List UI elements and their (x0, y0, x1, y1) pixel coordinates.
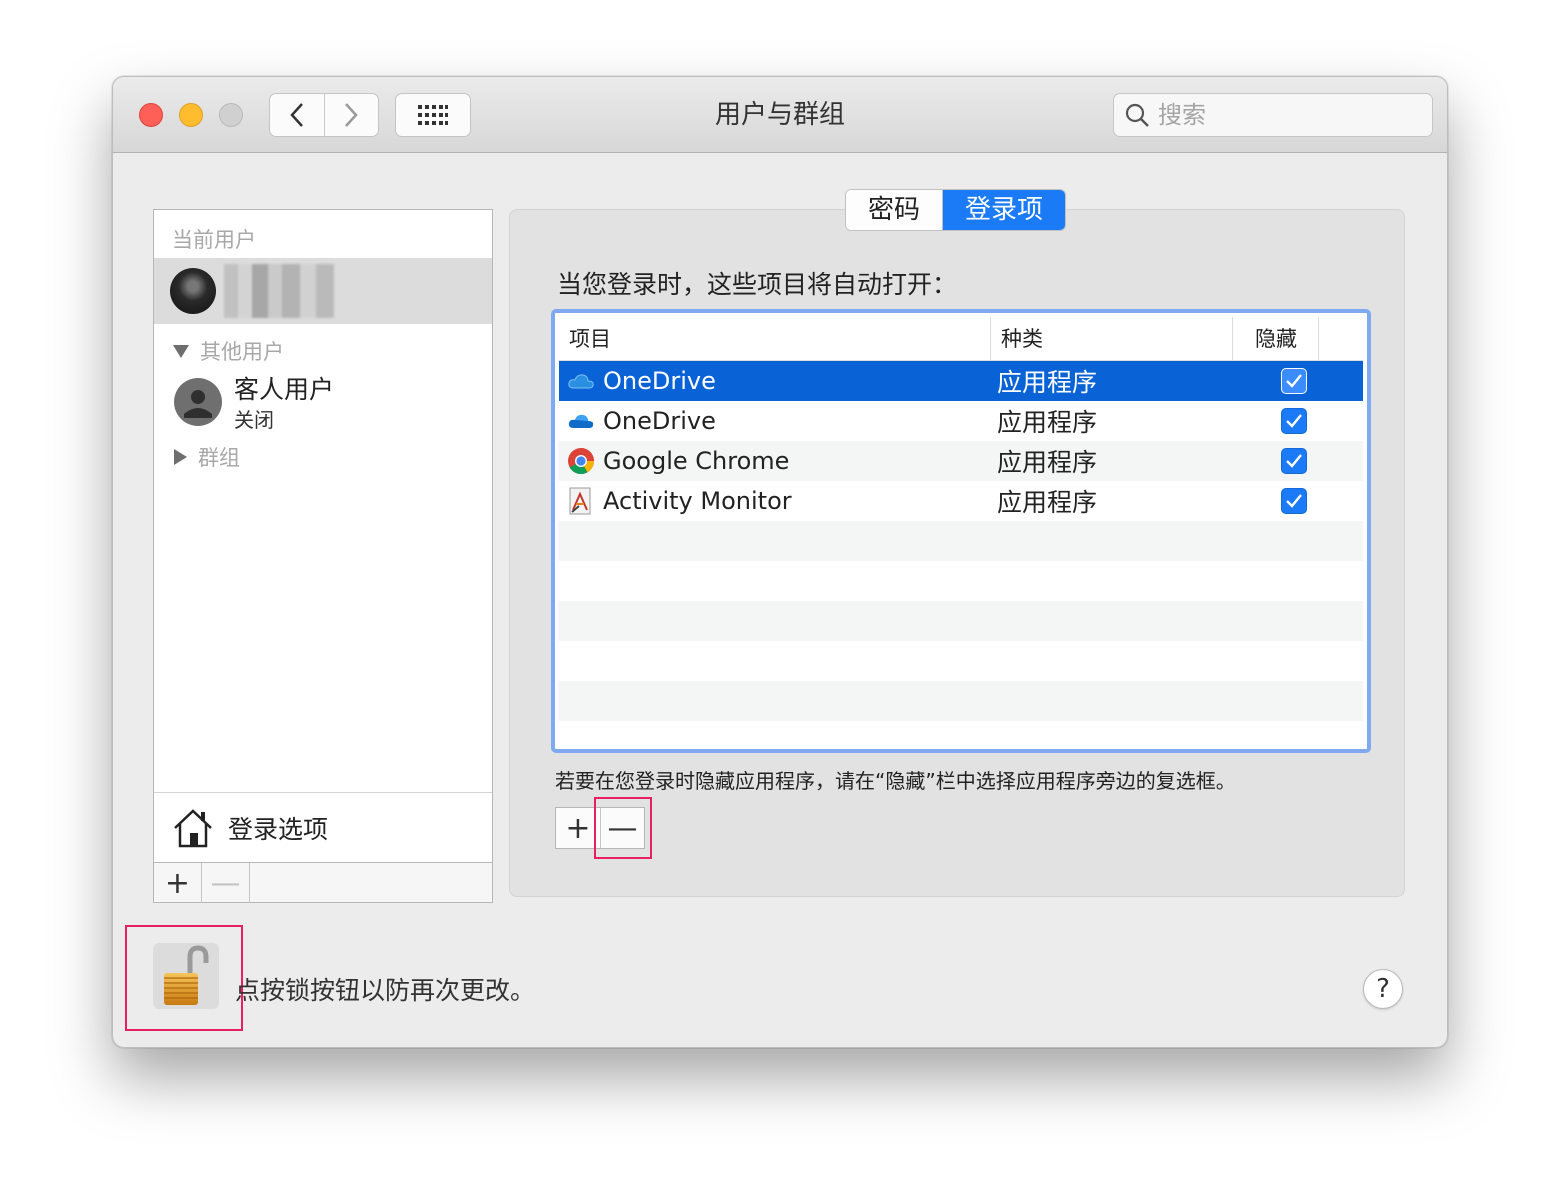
minimize-button[interactable] (179, 103, 203, 127)
tab-password[interactable]: 密码 (846, 190, 944, 230)
table-row[interactable]: Activity Monitor 应用程序 (559, 481, 1363, 521)
help-button[interactable]: ? (1363, 969, 1403, 1009)
forward-button[interactable] (323, 94, 378, 136)
hide-hint: 若要在您登录时隐藏应用程序，请在“隐藏”栏中选择应用程序旁边的复选框。 (555, 769, 1236, 793)
table-row[interactable]: OneDrive 应用程序 (559, 401, 1363, 441)
empty-row (559, 521, 1363, 561)
table-body: OneDrive 应用程序 OneDrive 应用程序 Google Chrom… (559, 361, 1363, 749)
item-cell: Activity Monitor (559, 487, 991, 515)
hide-checkbox[interactable] (1281, 488, 1307, 514)
item-cell: OneDrive (559, 407, 991, 435)
titlebar: 用户与群组 (113, 77, 1447, 153)
preferences-window: 用户与群组 当前用户 其他用户 客人用户 关闭 群组 (112, 76, 1448, 1048)
activity-monitor-icon (567, 487, 595, 515)
onedrive-icon (567, 367, 595, 395)
item-name: OneDrive (603, 407, 716, 435)
search-icon (1125, 103, 1149, 127)
guest-user-row[interactable]: 客人用户 关闭 (174, 374, 474, 434)
other-users-header[interactable]: 其他用户 (172, 336, 284, 366)
hide-cell (1233, 368, 1319, 394)
login-options-item[interactable]: 登录选项 (154, 792, 492, 862)
empty-row (559, 681, 1363, 721)
remove-user-button[interactable]: — (202, 863, 250, 903)
show-all-button[interactable] (395, 93, 471, 137)
current-user-header: 当前用户 (172, 228, 256, 252)
chevron-left-icon (290, 103, 303, 127)
table-row[interactable]: OneDrive 应用程序 (559, 361, 1363, 401)
onedrive-icon (567, 407, 595, 435)
person-icon (184, 390, 212, 418)
guest-user-status: 关闭 (234, 408, 274, 432)
empty-row (559, 641, 1363, 681)
column-header-hide[interactable]: 隐藏 (1233, 317, 1319, 361)
item-kind: 应用程序 (997, 488, 1098, 517)
add-user-button[interactable]: + (154, 863, 202, 903)
item-cell: OneDrive (559, 367, 991, 395)
lock-message: 点按锁按钮以防再次更改。 (235, 976, 536, 1005)
current-user-row[interactable] (154, 258, 492, 324)
login-items-table[interactable]: 项目 种类 隐藏 OneDrive 应用程序 OneDrive 应用程序 Goo… (551, 309, 1371, 753)
item-kind: 应用程序 (997, 448, 1098, 477)
hide-checkbox[interactable] (1281, 368, 1307, 394)
hide-checkbox[interactable] (1281, 408, 1307, 434)
search-box[interactable] (1113, 93, 1433, 137)
highlight-box (125, 925, 243, 1031)
tab-bar: 密码 登录项 (845, 189, 1067, 231)
disclosure-right-icon (174, 449, 187, 465)
user-list-toolbar: + — (154, 862, 492, 903)
guest-avatar (174, 378, 222, 426)
highlight-box (594, 797, 652, 859)
other-users-label: 其他用户 (200, 340, 284, 364)
house-icon (174, 808, 212, 847)
item-kind: 应用程序 (997, 368, 1098, 397)
column-header-item[interactable]: 项目 (559, 317, 991, 361)
avatar (170, 268, 216, 314)
checkmark-icon (1286, 414, 1302, 428)
disclosure-down-icon (173, 345, 189, 358)
table-row[interactable]: Google Chrome 应用程序 (559, 441, 1363, 481)
item-name: Activity Monitor (603, 487, 792, 515)
item-name: Google Chrome (603, 447, 790, 475)
empty-row (559, 601, 1363, 641)
empty-row (559, 721, 1363, 749)
item-name: OneDrive (603, 367, 716, 395)
login-options-label: 登录选项 (228, 814, 329, 844)
close-button[interactable] (139, 103, 163, 127)
search-input[interactable] (1158, 101, 1418, 129)
column-header-kind[interactable]: 种类 (991, 317, 1233, 361)
zoom-button[interactable] (219, 103, 243, 127)
grid-icon (418, 105, 448, 125)
checkmark-icon (1286, 494, 1302, 508)
chrome-icon (567, 447, 595, 475)
groups-header[interactable]: 群组 (172, 442, 240, 472)
user-list: 当前用户 其他用户 客人用户 关闭 群组 登录选项 + — (153, 209, 493, 903)
item-cell: Google Chrome (559, 447, 991, 475)
item-kind: 应用程序 (997, 408, 1098, 437)
groups-label: 群组 (198, 446, 240, 470)
chevron-right-icon (345, 103, 359, 127)
tab-login-items[interactable]: 登录项 (943, 190, 1066, 230)
login-items-heading: 当您登录时，这些项目将自动打开： (557, 270, 958, 299)
guest-user-name: 客人用户 (234, 375, 335, 404)
redacted-username (224, 264, 334, 318)
nav-buttons (269, 93, 379, 137)
table-header: 项目 种类 隐藏 (559, 317, 1363, 361)
empty-row (559, 561, 1363, 601)
hide-cell (1233, 448, 1319, 474)
back-button[interactable] (270, 94, 324, 136)
hide-cell (1233, 408, 1319, 434)
hide-checkbox[interactable] (1281, 448, 1307, 474)
checkmark-icon (1286, 454, 1302, 468)
hide-cell (1233, 488, 1319, 514)
checkmark-icon (1286, 374, 1302, 388)
